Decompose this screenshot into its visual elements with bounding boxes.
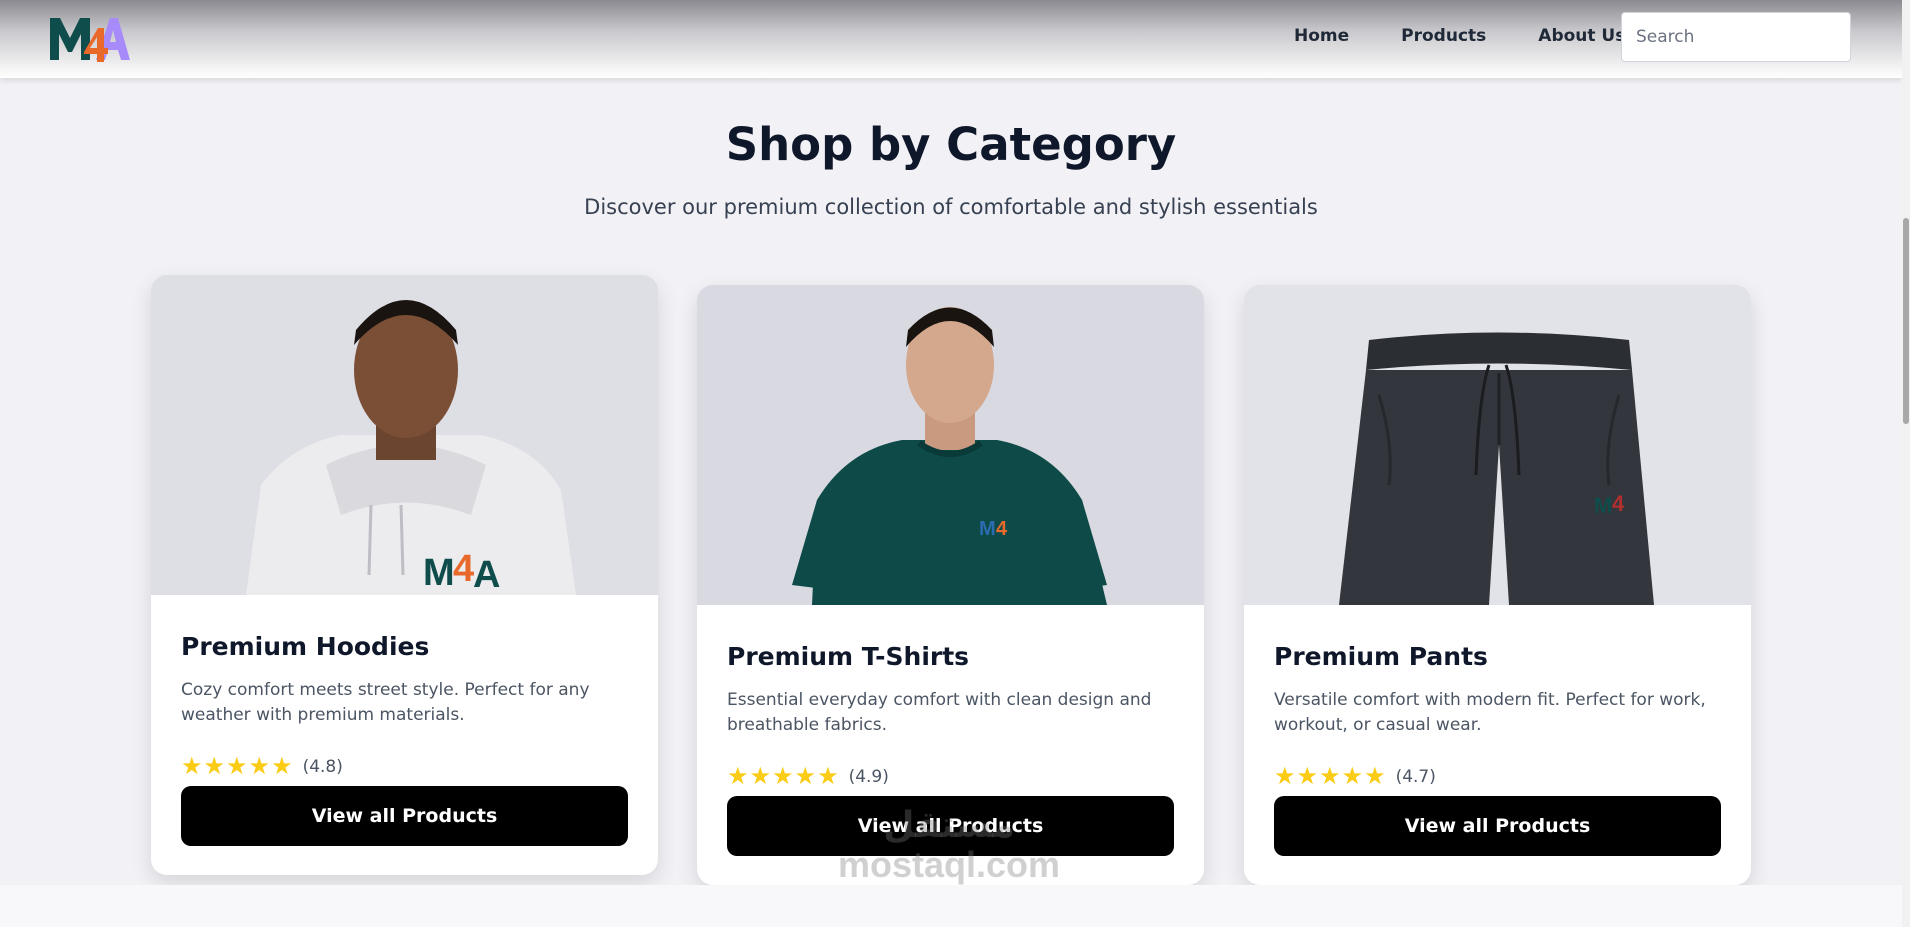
- rating-value: (4.7): [1395, 766, 1436, 787]
- star-rating-icon: ★★★★★: [727, 763, 840, 790]
- card-description: Essential everyday comfort with clean de…: [727, 690, 1152, 735]
- watermark-arabic: مستقل: [883, 804, 1015, 845]
- hoodie-model-icon: M 4 A: [151, 275, 658, 595]
- category-card-tshirts: M 4 Premium T-Shirts Essential everyday …: [697, 285, 1204, 885]
- next-section-edge: [0, 885, 1902, 927]
- section-title: Shop by Category: [725, 118, 1177, 171]
- page-scrollbar[interactable]: [1902, 0, 1910, 927]
- rating-value: (4.9): [848, 766, 889, 787]
- svg-text:4: 4: [453, 548, 474, 590]
- star-rating-icon: ★★★★★: [181, 753, 294, 780]
- watermark: مستقل mostaql.com: [838, 805, 1060, 885]
- svg-text:A: A: [473, 554, 500, 595]
- nav-products[interactable]: Products: [1401, 26, 1486, 46]
- brand-logo[interactable]: [48, 12, 130, 64]
- svg-text:M: M: [979, 518, 996, 540]
- top-navbar: Home Products About Us: [0, 0, 1902, 78]
- rating: ★★★★★ (4.8): [181, 752, 343, 781]
- pants-icon: M 4: [1244, 285, 1751, 605]
- card-description: Cozy comfort meets street style. Perfect…: [181, 680, 590, 725]
- svg-text:4: 4: [996, 518, 1008, 540]
- scrollbar-thumb[interactable]: [1903, 218, 1909, 424]
- tshirt-model-icon: M 4: [697, 285, 1204, 605]
- nav-home[interactable]: Home: [1294, 26, 1349, 46]
- rating: ★★★★★ (4.9): [727, 762, 889, 791]
- main-nav: Home Products About Us: [1294, 26, 1625, 46]
- rating: ★★★★★ (4.7): [1274, 762, 1436, 791]
- card-title: Premium T-Shirts: [727, 642, 970, 671]
- view-all-products-button[interactable]: View all Products: [181, 786, 628, 846]
- section-subtitle: Discover our premium collection of comfo…: [584, 195, 1318, 219]
- svg-text:M: M: [423, 552, 455, 594]
- card-description: Versatile comfort with modern fit. Perfe…: [1274, 690, 1706, 735]
- svg-text:4: 4: [1612, 491, 1625, 516]
- search-input[interactable]: [1621, 12, 1851, 62]
- category-card-pants: M 4 Premium Pants Versatile comfort with…: [1244, 285, 1751, 885]
- card-title: Premium Pants: [1274, 642, 1488, 671]
- watermark-latin: mostaql.com: [838, 844, 1061, 885]
- rating-value: (4.8): [302, 756, 343, 777]
- card-title: Premium Hoodies: [181, 632, 430, 661]
- star-rating-icon: ★★★★★: [1274, 763, 1387, 790]
- nav-about-us[interactable]: About Us: [1538, 26, 1625, 46]
- category-card-hoodies: M 4 A Premium Hoodies Cozy comfort meets…: [151, 275, 658, 875]
- view-all-products-button[interactable]: View all Products: [1274, 796, 1721, 856]
- svg-text:M: M: [1594, 493, 1612, 518]
